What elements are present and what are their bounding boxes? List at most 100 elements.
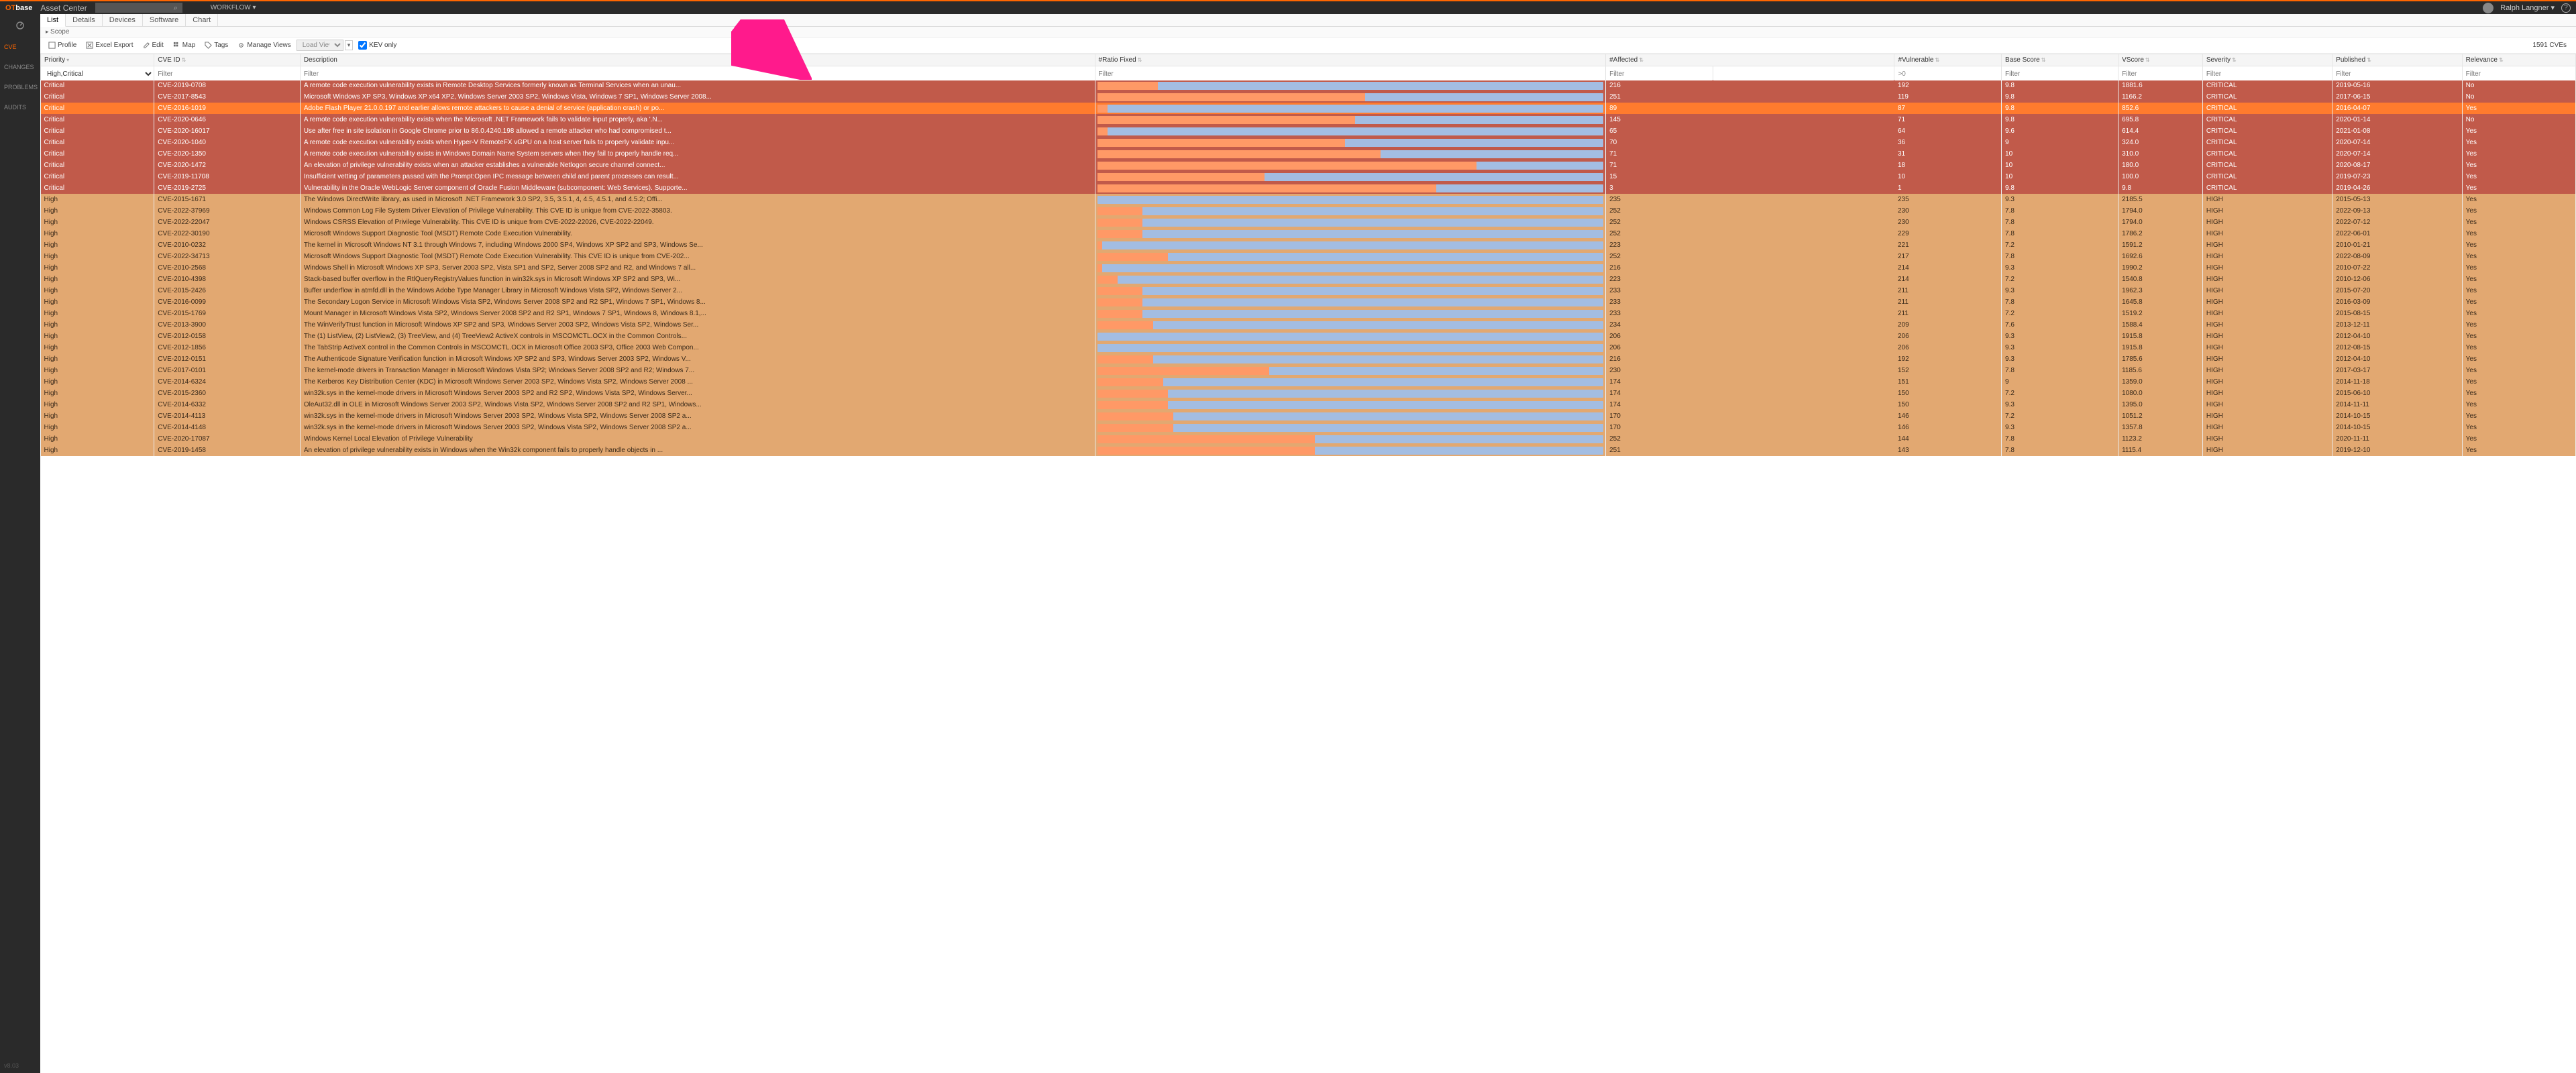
tab-list[interactable]: List [40, 14, 66, 27]
workflow-menu[interactable]: WORKFLOW ▾ [211, 4, 256, 11]
column-header[interactable]: #Ratio Fixed⇅ [1095, 54, 1606, 66]
table-row[interactable]: HighCVE-2022-37969Windows Common Log Fil… [41, 205, 2576, 217]
sidebar-item-problems[interactable]: PROBLEMS [0, 77, 40, 97]
ratio-bar [1095, 410, 1606, 422]
edit-button[interactable]: Edit [139, 40, 168, 50]
ratio-bar [1095, 103, 1606, 114]
priority-filter[interactable]: High,Critical [41, 68, 154, 80]
table-row[interactable]: HighCVE-2014-6324The Kerberos Key Distri… [41, 376, 2576, 388]
column-filter[interactable] [2332, 68, 2461, 80]
table-row[interactable]: HighCVE-2020-17087Windows Kernel Local E… [41, 433, 2576, 445]
table-row[interactable]: CriticalCVE-2020-16017Use after free in … [41, 125, 2576, 137]
column-filter[interactable] [2118, 68, 2202, 80]
column-filter[interactable] [154, 68, 300, 80]
table-row[interactable]: HighCVE-2015-1769Mount Manager in Micros… [41, 308, 2576, 319]
table-row[interactable]: HighCVE-2022-34713Microsoft Windows Supp… [41, 251, 2576, 262]
search-icon[interactable]: ⌕ [174, 4, 178, 12]
table-row[interactable]: CriticalCVE-2019-11708Insufficient vetti… [41, 171, 2576, 182]
column-filter[interactable] [1095, 68, 1606, 80]
column-filter[interactable] [2203, 68, 2332, 80]
asset-center-label: Asset Center [40, 3, 87, 13]
profile-button[interactable]: Profile [44, 40, 80, 50]
table-row[interactable]: HighCVE-2022-30190Microsoft Windows Supp… [41, 228, 2576, 239]
ratio-bar [1095, 205, 1606, 217]
tags-button[interactable]: Tags [201, 40, 232, 50]
ratio-bar [1095, 319, 1606, 331]
sidebar: CVECHANGESPROBLEMSAUDITS v8.03 [0, 14, 40, 1073]
table-row[interactable]: CriticalCVE-2017-8543Microsoft Windows X… [41, 91, 2576, 103]
scope-bar[interactable]: Scope [40, 27, 2576, 38]
table-row[interactable]: HighCVE-2015-2426Buffer underflow in atm… [41, 285, 2576, 296]
table-row[interactable]: HighCVE-2012-0151The Authenticode Signat… [41, 353, 2576, 365]
tab-details[interactable]: Details [66, 14, 103, 26]
ratio-bar [1095, 376, 1606, 388]
table-row[interactable]: CriticalCVE-2019-0708A remote code execu… [41, 80, 2576, 92]
search-input[interactable] [95, 3, 182, 13]
column-header[interactable]: Published⇅ [2332, 54, 2462, 66]
table-row[interactable]: HighCVE-2022-22047Windows CSRSS Elevatio… [41, 217, 2576, 228]
column-header[interactable]: CVE ID⇅ [154, 54, 301, 66]
table-row[interactable]: HighCVE-2015-1671The Windows DirectWrite… [41, 194, 2576, 205]
table-row[interactable]: CriticalCVE-2016-1019Adobe Flash Player … [41, 103, 2576, 114]
column-filter[interactable] [2002, 68, 2118, 80]
column-header[interactable]: #Vulnerable⇅ [1894, 54, 2002, 66]
column-header[interactable]: Priority▾ [41, 54, 154, 66]
ratio-bar [1095, 137, 1606, 148]
ratio-bar [1095, 148, 1606, 160]
column-header[interactable]: Relevance⇅ [2462, 54, 2575, 66]
column-header[interactable]: Description [300, 54, 1095, 66]
kev-only-checkbox[interactable]: KEV only [358, 41, 396, 50]
ratio-bar [1095, 445, 1606, 456]
logo: OTbase [5, 4, 32, 12]
table-row[interactable]: CriticalCVE-2020-1350A remote code execu… [41, 148, 2576, 160]
sidebar-item-cve[interactable]: CVE [0, 37, 40, 57]
avatar[interactable] [2483, 3, 2493, 13]
table-row[interactable]: CriticalCVE-2020-1040A remote code execu… [41, 137, 2576, 148]
column-filter[interactable] [2463, 68, 2575, 80]
table-row[interactable]: CriticalCVE-2019-2725Vulnerability in th… [41, 182, 2576, 194]
load-view-dropdown-icon[interactable]: ▾ [345, 40, 354, 50]
table-row[interactable]: HighCVE-2010-4398Stack-based buffer over… [41, 274, 2576, 285]
sidebar-item-audits[interactable]: AUDITS [0, 97, 40, 117]
help-icon[interactable]: ? [2561, 3, 2571, 13]
table-row[interactable]: HighCVE-2014-4113win32k.sys in the kerne… [41, 410, 2576, 422]
table-row[interactable]: HighCVE-2013-3900The WinVerifyTrust func… [41, 319, 2576, 331]
table-row[interactable]: HighCVE-2010-2568Windows Shell in Micros… [41, 262, 2576, 274]
ratio-bar [1095, 182, 1606, 194]
table-row[interactable]: CriticalCVE-2020-0646A remote code execu… [41, 114, 2576, 125]
column-header[interactable]: VScore⇅ [2118, 54, 2203, 66]
ratio-bar [1095, 422, 1606, 433]
map-button[interactable]: Map [169, 40, 199, 50]
tab-chart[interactable]: Chart [186, 14, 218, 26]
table-row[interactable]: CriticalCVE-2020-1472An elevation of pri… [41, 160, 2576, 171]
dashboard-icon[interactable] [0, 14, 40, 37]
cve-grid[interactable]: Priority▾CVE ID⇅Description#Ratio Fixed⇅… [40, 54, 2576, 1073]
table-row[interactable]: HighCVE-2012-1856The TabStrip ActiveX co… [41, 342, 2576, 353]
version-label: v8.03 [4, 1062, 19, 1069]
table-row[interactable]: HighCVE-2014-4148win32k.sys in the kerne… [41, 422, 2576, 433]
load-view-select[interactable]: Load View ... [297, 40, 343, 51]
column-header[interactable]: Base Score⇅ [2002, 54, 2118, 66]
table-row[interactable]: HighCVE-2014-6332OleAut32.dll in OLE in … [41, 399, 2576, 410]
column-header[interactable]: Severity⇅ [2202, 54, 2332, 66]
username-menu[interactable]: Ralph Langner ▾ [2500, 3, 2555, 12]
table-row[interactable]: HighCVE-2019-1458An elevation of privile… [41, 445, 2576, 456]
tab-software[interactable]: Software [143, 14, 186, 26]
table-row[interactable]: HighCVE-2016-0099The Secondary Logon Ser… [41, 296, 2576, 308]
column-filter[interactable] [1894, 68, 2001, 80]
manage-views-button[interactable]: Manage Views [233, 40, 294, 50]
table-row[interactable]: HighCVE-2012-0158The (1) ListView, (2) L… [41, 331, 2576, 342]
ratio-bar [1095, 125, 1606, 137]
column-filter[interactable] [1606, 68, 1713, 80]
ratio-bar [1095, 342, 1606, 353]
table-row[interactable]: HighCVE-2010-0232The kernel in Microsoft… [41, 239, 2576, 251]
column-filter[interactable] [301, 68, 1095, 80]
tab-devices[interactable]: Devices [103, 14, 143, 26]
sidebar-item-changes[interactable]: CHANGES [0, 57, 40, 77]
ratio-bar [1095, 388, 1606, 399]
excel-export-button[interactable]: Excel Export [82, 40, 137, 50]
table-row[interactable]: HighCVE-2017-0101The kernel-mode drivers… [41, 365, 2576, 376]
column-header[interactable]: #Affected⇅ [1606, 54, 1894, 66]
ratio-bar [1095, 91, 1606, 103]
table-row[interactable]: HighCVE-2015-2360win32k.sys in the kerne… [41, 388, 2576, 399]
